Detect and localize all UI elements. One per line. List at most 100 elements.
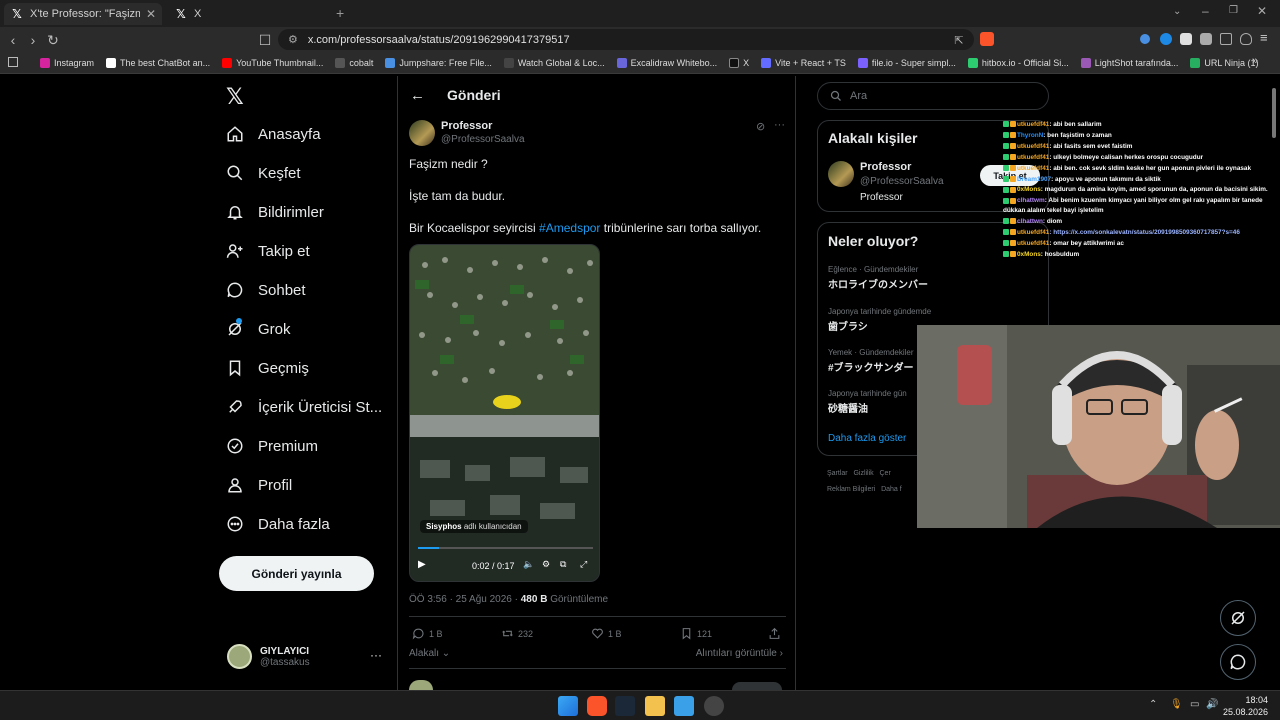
bookmark-button[interactable]: 121: [680, 627, 712, 640]
nav-home[interactable]: Anasayfa: [226, 125, 321, 143]
back-arrow-icon[interactable]: ←: [410, 87, 425, 104]
related-avatar[interactable]: [828, 161, 854, 187]
account-switcher[interactable]: GIYLAYICI @tassakus: [227, 644, 310, 669]
author-avatar[interactable]: [409, 120, 435, 146]
reply-button[interactable]: 1 B: [412, 627, 443, 640]
video-progress-track[interactable]: [418, 547, 593, 549]
menu-icon[interactable]: ≡: [1260, 30, 1268, 45]
chat-username[interactable]: 0xMons: [1017, 186, 1041, 193]
reply-sort-dropdown[interactable]: Alakalı ⌄: [409, 648, 450, 659]
minimize-button[interactable]: –: [1202, 4, 1209, 18]
video-credit[interactable]: Sisyphos adlı kullanıcıdan: [420, 520, 528, 533]
nav-notifications[interactable]: Bildirimler: [226, 203, 324, 221]
chat-username[interactable]: utkuefdf41: [1017, 121, 1049, 128]
windows-start-icon[interactable]: [558, 696, 578, 716]
brave-shield-icon[interactable]: [980, 32, 994, 46]
settings-icon[interactable]: ⚙: [542, 559, 550, 570]
vpn-icon[interactable]: [1240, 33, 1252, 45]
footer-links[interactable]: Reklam Bilgileri Daha f: [827, 486, 902, 493]
bookmark-item[interactable]: YouTube Thumbnail...: [216, 57, 329, 68]
display-icon[interactable]: ▭: [1190, 699, 1199, 710]
tab-search-icon[interactable]: ⌄: [1173, 6, 1181, 17]
app-icon[interactable]: [704, 696, 724, 716]
extensions-puzzle-icon[interactable]: [1200, 33, 1212, 45]
new-tab-button[interactable]: +: [336, 5, 344, 21]
chat-username[interactable]: utkuefdf41: [1017, 154, 1049, 161]
pip-icon[interactable]: ⧉: [560, 559, 566, 570]
search-input[interactable]: Ara: [817, 82, 1049, 110]
close-tab-icon[interactable]: ✕: [146, 7, 156, 21]
bookmark-item[interactable]: Excalidraw Whitebo...: [611, 57, 724, 68]
chat-username[interactable]: utkuefdf41: [1017, 229, 1049, 236]
grok-explain-icon[interactable]: ⊘: [756, 120, 765, 133]
bookmark-item[interactable]: hitbox.io - Official Si...: [962, 57, 1075, 68]
maximize-button[interactable]: ❐: [1229, 5, 1238, 16]
show-more-link[interactable]: Daha fazla göster: [828, 433, 906, 444]
share-button[interactable]: [768, 627, 781, 640]
url-field[interactable]: ⚙ x.com/professorsaalva/status/209196299…: [278, 29, 974, 50]
bookmark-item[interactable]: cobalt: [329, 57, 379, 68]
bookmark-item[interactable]: LightShot tarafında...: [1075, 57, 1185, 68]
file-explorer-icon[interactable]: [645, 696, 665, 716]
back-icon[interactable]: ‹: [4, 31, 22, 49]
footer-links[interactable]: Şartlar Gizlilik Çer: [827, 470, 891, 477]
bookmark-item[interactable]: Instagram: [34, 57, 100, 68]
bookmark-item[interactable]: Watch Global & Loc...: [498, 57, 611, 68]
bookmark-page-icon[interactable]: ☐: [256, 31, 274, 49]
view-quotes-link[interactable]: Alıntıları görüntüle ›: [696, 648, 783, 659]
extension-icon[interactable]: [1140, 34, 1150, 44]
trend-item[interactable]: Yemek · Gündemdekiler #ブラックサンダー: [828, 348, 914, 374]
apps-grid-icon[interactable]: [8, 57, 18, 67]
chat-text[interactable]: : https://x.com/sonkalevatn/status/20919…: [1049, 229, 1240, 236]
chat-username[interactable]: utkuefdf41: [1017, 165, 1049, 172]
messages-fab-button[interactable]: [1220, 644, 1256, 680]
nav-creator-studio[interactable]: İçerik Üreticisi St...: [226, 398, 382, 416]
steam-icon[interactable]: [615, 696, 635, 716]
author-name[interactable]: Professor: [441, 120, 525, 132]
tab-x[interactable]: 𝕏 X: [168, 3, 318, 25]
nav-follow[interactable]: Takip et: [226, 242, 310, 260]
system-clock[interactable]: 18:04 25.08.2026: [1223, 694, 1268, 718]
account-more-icon[interactable]: ···: [370, 648, 382, 662]
app-icon[interactable]: [674, 696, 694, 716]
brave-browser-icon[interactable]: [587, 696, 607, 716]
extension-icon[interactable]: [1160, 33, 1172, 45]
microphone-icon[interactable]: 🎙: [1170, 699, 1183, 710]
nav-profile[interactable]: Profil: [226, 476, 292, 494]
trend-item[interactable]: Japonya tarihinde gündemde 歯ブラシ: [828, 307, 931, 333]
post-more-icon[interactable]: ···: [774, 119, 785, 131]
post-button[interactable]: Gönderi yayınla: [219, 556, 374, 591]
chat-username[interactable]: Dream1907: [1017, 176, 1051, 183]
chat-username[interactable]: utkuefdf41: [1017, 240, 1049, 247]
chat-username[interactable]: clhattwn: [1017, 218, 1043, 225]
like-button[interactable]: 1 B: [591, 627, 622, 640]
volume-icon[interactable]: 🔈: [523, 559, 534, 570]
bookmark-item[interactable]: file.io - Super simpl...: [852, 57, 962, 68]
repost-button[interactable]: 232: [501, 627, 533, 640]
site-info-icon[interactable]: ⚙: [288, 33, 298, 46]
more-bookmarks-icon[interactable]: »: [1252, 55, 1258, 67]
fullscreen-icon[interactable]: ⤢: [580, 559, 587, 570]
nav-grok[interactable]: Grok: [226, 318, 291, 338]
chat-username[interactable]: 0xMons: [1017, 251, 1041, 258]
nav-premium[interactable]: Premium: [226, 437, 318, 455]
bookmark-item[interactable]: X: [723, 57, 755, 68]
extension-icon[interactable]: [1180, 33, 1192, 45]
trend-item[interactable]: Japonya tarihinde gün 砂糖醤油: [828, 389, 907, 415]
play-icon[interactable]: ▶: [418, 559, 426, 570]
nav-bookmarks[interactable]: Geçmiş: [226, 359, 309, 377]
close-window-button[interactable]: ✕: [1257, 4, 1267, 18]
chat-username[interactable]: clhattwm: [1017, 197, 1045, 204]
nav-more[interactable]: Daha fazla: [226, 515, 330, 533]
reload-icon[interactable]: ↻: [44, 31, 62, 49]
reply-button[interactable]: [732, 682, 782, 690]
x-logo-icon[interactable]: 𝕏: [226, 84, 244, 110]
sidebar-icon[interactable]: [1220, 33, 1232, 45]
trend-item[interactable]: Eğlence · Gündemdekiler ホロライブのメンバー: [828, 265, 928, 291]
video-player[interactable]: Sisyphos adlı kullanıcıdan ▶ 0:02 / 0:17…: [409, 244, 600, 582]
page-scrollbar[interactable]: [1272, 88, 1276, 138]
bookmark-item[interactable]: Vite + React + TS: [755, 57, 852, 68]
forward-icon[interactable]: ›: [24, 31, 42, 49]
related-person[interactable]: Professor @ProfessorSaalva Professor: [860, 161, 944, 203]
chat-username[interactable]: ThyronN: [1017, 132, 1043, 139]
